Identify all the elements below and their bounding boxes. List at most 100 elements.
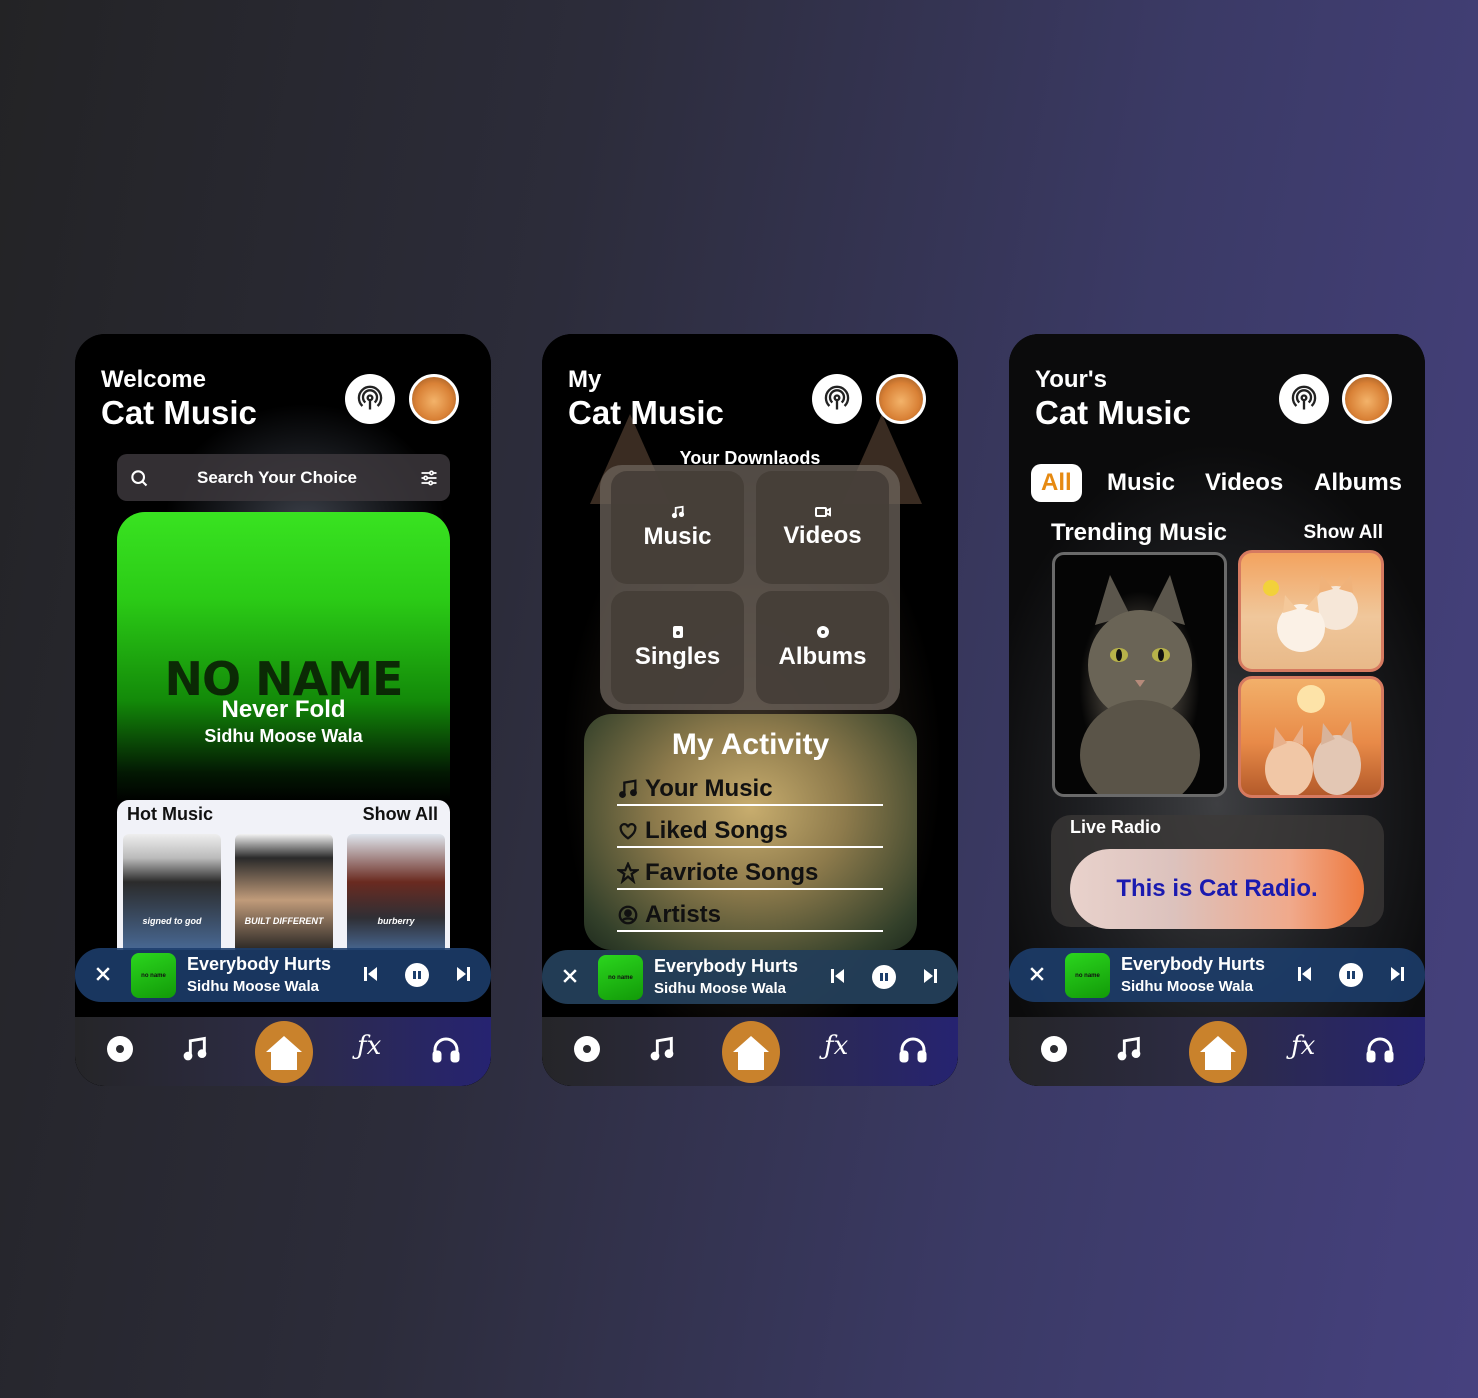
avatar[interactable] bbox=[409, 374, 459, 424]
chip-music[interactable]: Music bbox=[1107, 464, 1175, 502]
music-note-icon[interactable] bbox=[648, 1035, 676, 1063]
heart-icon bbox=[619, 822, 637, 840]
activity-title: My Activity bbox=[671, 728, 830, 761]
activity-label: Favriote Songs bbox=[645, 859, 819, 886]
podcast-icon bbox=[1291, 385, 1317, 410]
music-note-icon[interactable] bbox=[1115, 1035, 1143, 1063]
album-card[interactable]: BUILT DIFFERENT bbox=[235, 834, 333, 950]
bottom-nav: ƒx bbox=[1009, 1017, 1425, 1086]
search-input[interactable]: Search Your Choice bbox=[197, 468, 357, 488]
activity-item-favorite-songs[interactable]: Favriote Songs bbox=[617, 858, 883, 890]
radio-banner[interactable]: This is Cat Radio. bbox=[1070, 849, 1364, 929]
hot-music-title: Hot Music bbox=[127, 804, 214, 824]
radio-banner-text: This is Cat Radio. bbox=[1116, 875, 1318, 902]
live-radio-card: Live Radio This is Cat Radio. bbox=[1051, 815, 1384, 929]
search-icon bbox=[131, 470, 148, 487]
trending-card[interactable] bbox=[1238, 550, 1384, 672]
pause-icon bbox=[413, 971, 421, 979]
pause-button[interactable] bbox=[405, 963, 429, 987]
disc-icon bbox=[816, 625, 829, 638]
music-note-icon[interactable] bbox=[181, 1035, 209, 1063]
pause-button[interactable] bbox=[1339, 963, 1363, 987]
album-card[interactable]: signed to god bbox=[123, 834, 221, 950]
close-icon[interactable] bbox=[93, 964, 113, 984]
home-icon bbox=[733, 1036, 769, 1070]
show-all-link[interactable]: Show All bbox=[1303, 522, 1383, 544]
featured-album-card[interactable]: NO NAME Never Fold Sidhu Moose Wala bbox=[117, 512, 450, 802]
app-title: Cat Music bbox=[568, 394, 724, 431]
activity-label: Liked Songs bbox=[645, 817, 788, 844]
fx-icon[interactable]: ƒx bbox=[357, 1031, 381, 1061]
activity-label: Artists bbox=[645, 901, 722, 928]
tile-albums[interactable]: Albums bbox=[756, 591, 889, 704]
trending-title: Trending Music bbox=[1051, 519, 1228, 546]
pause-button[interactable] bbox=[872, 965, 896, 989]
album-card[interactable]: burberry bbox=[347, 834, 445, 950]
album-label: BUILT DIFFERENT bbox=[244, 916, 324, 926]
next-icon[interactable] bbox=[1389, 964, 1405, 984]
search-bar[interactable]: Search Your Choice bbox=[117, 454, 450, 501]
headphones-icon[interactable] bbox=[898, 1035, 928, 1063]
trending-card[interactable] bbox=[1238, 676, 1384, 798]
fx-icon[interactable]: ƒx bbox=[824, 1031, 848, 1061]
tile-videos[interactable]: Videos bbox=[756, 471, 889, 584]
downloads-grid: Music Videos Singles Albums bbox=[600, 465, 900, 710]
show-all-link[interactable]: Show All bbox=[363, 804, 438, 825]
home-button[interactable] bbox=[722, 1021, 780, 1083]
trending-card[interactable] bbox=[1052, 552, 1227, 810]
chip-all[interactable]: All bbox=[1031, 464, 1082, 502]
home-icon bbox=[266, 1036, 302, 1070]
fx-icon[interactable]: ƒx bbox=[1291, 1031, 1315, 1061]
headphones-icon[interactable] bbox=[431, 1035, 461, 1063]
discover-screen: Your's Cat Music All Music Videos Albums… bbox=[1009, 334, 1425, 1086]
close-icon[interactable] bbox=[1027, 964, 1047, 984]
my-activity-card: My Activity Your Music Liked Songs Favri… bbox=[584, 714, 917, 950]
filter-icon[interactable] bbox=[419, 468, 439, 488]
now-playing-thumb: no name bbox=[1065, 953, 1110, 998]
featured-artist: Sidhu Moose Wala bbox=[204, 726, 363, 746]
yours-text: Your's bbox=[1035, 366, 1107, 393]
app-title: Cat Music bbox=[1035, 394, 1191, 431]
home-button[interactable] bbox=[1189, 1021, 1247, 1083]
now-playing-thumb: no name bbox=[131, 953, 176, 998]
podcast-button[interactable] bbox=[345, 374, 395, 424]
previous-icon[interactable] bbox=[1297, 964, 1313, 984]
pause-icon bbox=[880, 973, 888, 981]
music-note-icon bbox=[671, 505, 684, 518]
activity-item-artists[interactable]: Artists bbox=[617, 900, 883, 932]
filter-chips: All Music Videos Albums bbox=[1009, 464, 1425, 504]
tile-label: Music bbox=[643, 522, 712, 550]
podcast-button[interactable] bbox=[1279, 374, 1329, 424]
home-button[interactable] bbox=[255, 1021, 313, 1083]
hot-music-section: Hot Music Show All signed to god BUILT D… bbox=[117, 800, 450, 950]
mini-player[interactable]: no name Everybody Hurts Sidhu Moose Wala bbox=[542, 950, 958, 1004]
bottom-nav: ƒx bbox=[75, 1017, 491, 1086]
activity-label: Your Music bbox=[645, 775, 773, 802]
tile-label: Singles bbox=[634, 642, 721, 670]
tile-singles[interactable]: Singles bbox=[611, 591, 744, 704]
chip-albums[interactable]: Albums bbox=[1314, 464, 1402, 502]
kittens-illustration bbox=[1263, 575, 1358, 652]
next-icon[interactable] bbox=[922, 966, 938, 986]
disc-icon[interactable] bbox=[1040, 1035, 1068, 1063]
next-icon[interactable] bbox=[455, 964, 471, 984]
headphones-icon[interactable] bbox=[1365, 1035, 1395, 1063]
previous-icon[interactable] bbox=[363, 964, 379, 984]
activity-item-your-music[interactable]: Your Music bbox=[617, 774, 883, 806]
chip-videos[interactable]: Videos bbox=[1205, 464, 1283, 502]
disc-icon[interactable] bbox=[106, 1035, 134, 1063]
now-playing-artist: Sidhu Moose Wala bbox=[1121, 978, 1253, 995]
previous-icon[interactable] bbox=[830, 966, 846, 986]
now-playing-title: Everybody Hurts bbox=[654, 956, 799, 976]
user-circle-icon bbox=[618, 905, 638, 925]
mini-player[interactable]: no name Everybody Hurts Sidhu Moose Wala bbox=[75, 948, 491, 1002]
avatar[interactable] bbox=[876, 374, 926, 424]
tile-music[interactable]: Music bbox=[611, 471, 744, 584]
mini-player[interactable]: no name Everybody Hurts Sidhu Moose Wala bbox=[1009, 948, 1425, 1002]
disc-icon[interactable] bbox=[573, 1035, 601, 1063]
activity-item-liked-songs[interactable]: Liked Songs bbox=[617, 816, 883, 848]
podcast-button[interactable] bbox=[812, 374, 862, 424]
close-icon[interactable] bbox=[560, 966, 580, 986]
my-text: My bbox=[568, 366, 602, 393]
avatar[interactable] bbox=[1342, 374, 1392, 424]
